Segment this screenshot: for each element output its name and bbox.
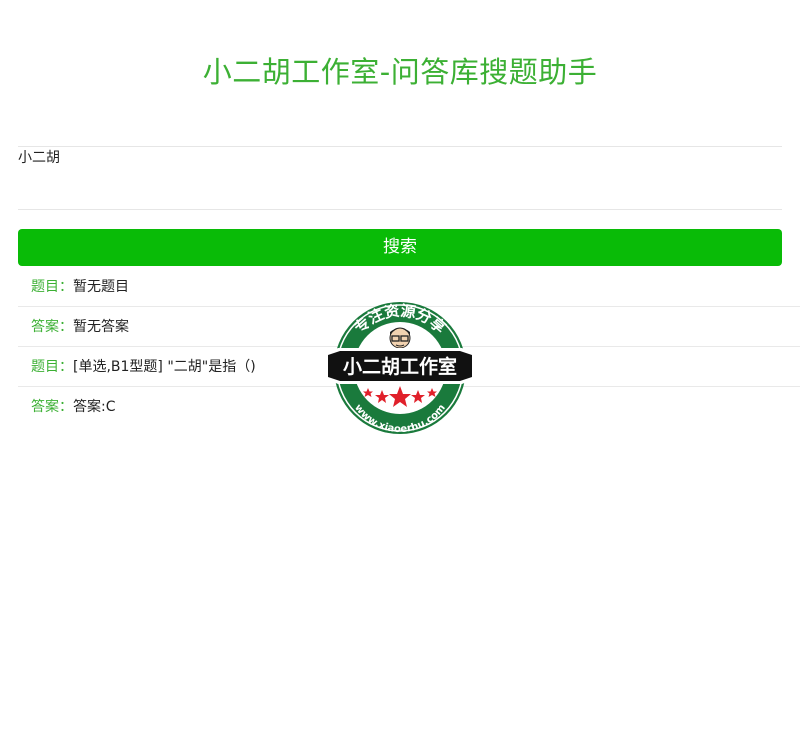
page-title: 小二胡工作室-问答库搜题助手 <box>202 55 598 89</box>
page: 小二胡工作室-问答库搜题助手 小二胡 搜索 题目：暂无题目 答案：暂无答案 题目… <box>0 0 800 734</box>
watermark-logo: 专注资源分享 www.xiaoerhu.com 小二胡工作室 <box>324 302 476 435</box>
result-label: 题目： <box>31 279 73 295</box>
result-label: 答案： <box>31 319 73 335</box>
result-label: 题目： <box>31 359 73 375</box>
result-value: 暂无题目 <box>73 279 129 295</box>
result-value: [单选,B1型题] "二胡"是指（) <box>73 359 256 375</box>
search-input[interactable]: 小二胡 <box>18 146 782 210</box>
result-value: 暂无答案 <box>73 319 129 335</box>
mascot-icon <box>389 327 411 349</box>
result-label: 答案： <box>31 399 73 415</box>
search-button[interactable]: 搜索 <box>18 229 782 266</box>
banner-text: 小二胡工作室 <box>343 355 457 378</box>
result-value: 答案:C <box>73 399 116 415</box>
